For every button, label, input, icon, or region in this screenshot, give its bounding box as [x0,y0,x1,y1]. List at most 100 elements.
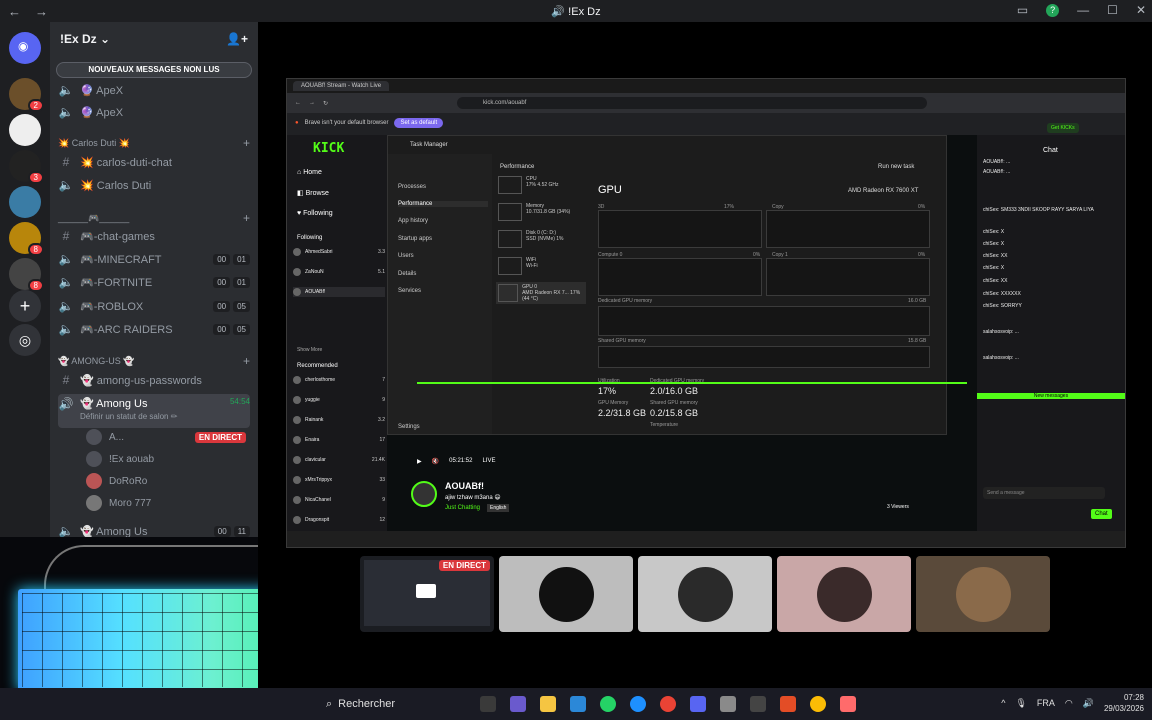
maximize-icon[interactable]: ☐ [1107,3,1118,17]
nav-performance[interactable]: Performance [398,201,488,207]
help-icon[interactable]: ? [1046,3,1060,17]
nav-settings[interactable]: Settings [398,424,420,430]
voice-user[interactable]: Moro 777 [86,493,151,513]
tile-screen-share[interactable]: EN DIRECT [360,556,494,632]
category-header[interactable]: 💥 Carlos Duti 💥 + [58,135,250,151]
microphone-app-icon[interactable] [840,696,856,712]
browser-tab[interactable]: AOUABf! Stream - Watch Live [293,81,390,91]
chat-send-button[interactable]: Chat [1091,509,1112,519]
nav-home[interactable]: ⌂ Home [297,169,322,176]
store-icon[interactable] [570,696,586,712]
minimize-icon[interactable]: — [1077,3,1089,17]
shared-screen-browser[interactable]: AOUABf! Stream - Watch Live ← → ↻ kick.com… [286,78,1126,548]
get-kicks-button[interactable]: Get KICKs [1047,123,1079,133]
voice-channel[interactable]: 🔈 🔮 ApeX [58,102,250,122]
nav-following[interactable]: ♥ Following [297,210,333,217]
recommended-item[interactable]: yuggie 9 [293,395,385,405]
add-channel-icon[interactable]: + [243,136,250,150]
recommended-item[interactable]: NicaChanel 9 [293,495,385,505]
recommended-item[interactable]: Dragonspit 12 [293,515,385,525]
close-icon[interactable]: ✕ [1136,3,1146,17]
recommended-item[interactable]: Enaira 17 [293,435,385,445]
tile-user-4[interactable] [916,556,1050,632]
file-explorer-icon[interactable] [540,696,556,712]
edge-icon[interactable] [630,696,646,712]
volume-icon[interactable]: 🔇 [432,458,439,465]
video-progress[interactable] [417,382,967,384]
forward-icon[interactable]: → [309,100,315,106]
reload-icon[interactable]: ↻ [323,100,328,107]
server-4-icon[interactable] [9,186,41,218]
add-channel-icon[interactable]: + [243,354,250,368]
clock[interactable]: 07:28 29/03/2026 [1104,692,1144,714]
kick-logo[interactable]: KICK [313,141,344,156]
perf-card-gpu[interactable]: GPU 0 AMD Radeon RX 7... 17% (44 °C) [496,282,586,304]
whatsapp-icon[interactable] [600,696,616,712]
nav-services[interactable]: Services [398,288,421,294]
perf-card-wifi[interactable]: WiFi Wi-Fi [496,255,586,277]
voice-channel[interactable]: 🔈 🔮 ApeX [58,80,250,100]
streamer-avatar[interactable] [411,481,437,507]
recommended-item[interactable]: xMrsTrippyx 33 [293,475,385,485]
nav-details[interactable]: Details [398,271,416,277]
nav-processes[interactable]: Processes [398,184,426,190]
voice-user[interactable]: DoRoRo [86,471,147,491]
back-icon[interactable]: ← [295,100,301,106]
voice-channel[interactable]: 🔈 🎮-MINECRAFT 00 01 [58,249,250,269]
active-voice-channel[interactable]: 🔊 👻 Among Us 54:54 [58,394,250,428]
server-3-icon[interactable]: 3 [9,150,44,184]
discord-home-icon[interactable]: ◉ [9,32,41,64]
app-icon[interactable] [780,696,796,712]
voice-channel[interactable]: 🔈 🎮-FORTNITE 00 01 [58,272,250,292]
invite-icon[interactable]: 👤+ [226,32,248,46]
volume-icon[interactable]: 🔊 [1083,698,1094,709]
perf-card-disk[interactable]: Disk 0 (C: D:) SSD (NVMe) 1% [496,228,586,250]
guild-header[interactable]: !Ex Dz ⌄ 👤+ [50,22,258,56]
voice-channel[interactable]: 🔈 💥 Carlos Duti [58,175,250,195]
following-item[interactable]: AOUABf! [293,287,385,297]
mic-icon[interactable]: 🎙 [1015,698,1026,709]
app-icon[interactable] [750,696,766,712]
server-1-icon[interactable]: 2 [9,78,44,112]
voice-channel[interactable]: 🔈 🎮-ARC RAIDERS 00 05 [58,319,250,339]
play-icon[interactable]: ▶ [417,458,422,465]
perf-card-memory[interactable]: Memory 10.7/31.8 GB (34%) [496,201,586,223]
category-header[interactable]: 👻 AMONG-US 👻 + [58,353,250,369]
channel-status[interactable]: Définir un statut de salon ✏ [80,412,177,421]
recommended-item[interactable]: cherlosthome 7 [293,375,385,385]
voice-user[interactable]: A... EN DIRECT [86,427,246,447]
server-2-icon[interactable] [9,114,41,146]
nav-users[interactable]: Users [398,253,414,259]
stream-language[interactable]: English [487,504,510,512]
new-messages-divider[interactable]: New messages [977,393,1125,399]
server-5-icon[interactable]: 8 [9,222,44,256]
text-channel[interactable]: # 👻 among-us-passwords [58,370,250,390]
server-6-icon[interactable]: 8 [9,258,44,292]
stream-category[interactable]: Just Chatting [445,505,480,511]
add-channel-icon[interactable]: + [243,211,250,225]
text-channel[interactable]: # 💥 carlos-duti-chat [58,152,250,172]
streamer-name[interactable]: AOUABf! [445,481,484,491]
app-icon[interactable] [810,696,826,712]
show-more-link[interactable]: Show More [297,347,322,353]
taskbar-search[interactable]: ⌕ Rechercher [326,694,466,714]
perf-card-cpu[interactable]: CPU 17% 4.52 GHz [496,174,586,196]
set-default-button[interactable]: Set as default [394,118,444,128]
run-new-task-button[interactable]: Run new task [878,164,914,170]
chevron-up-icon[interactable]: ^ [1001,698,1005,708]
language-indicator[interactable]: FRA [1037,698,1055,708]
tile-user-3[interactable] [777,556,911,632]
category-header[interactable]: ______🎮______ + [58,210,250,226]
wifi-icon[interactable]: ◠ [1065,698,1073,709]
discord-icon[interactable] [690,696,706,712]
voice-user[interactable]: !Ex aouab [86,449,154,469]
following-item[interactable]: ZaNouN 5.1 [293,267,385,277]
add-server-icon[interactable]: + [9,290,41,322]
text-channel[interactable]: # 🎮-chat-games [58,226,250,246]
chrome-icon[interactable] [660,696,676,712]
voice-channel[interactable]: 🔈 🎮-ROBLOX 00 05 [58,296,250,316]
nav-app-history[interactable]: App history [398,218,428,224]
chat-input[interactable]: Send a message [983,487,1105,499]
inbox-icon[interactable]: ▭ [1017,3,1028,17]
app-icon[interactable] [510,696,526,712]
